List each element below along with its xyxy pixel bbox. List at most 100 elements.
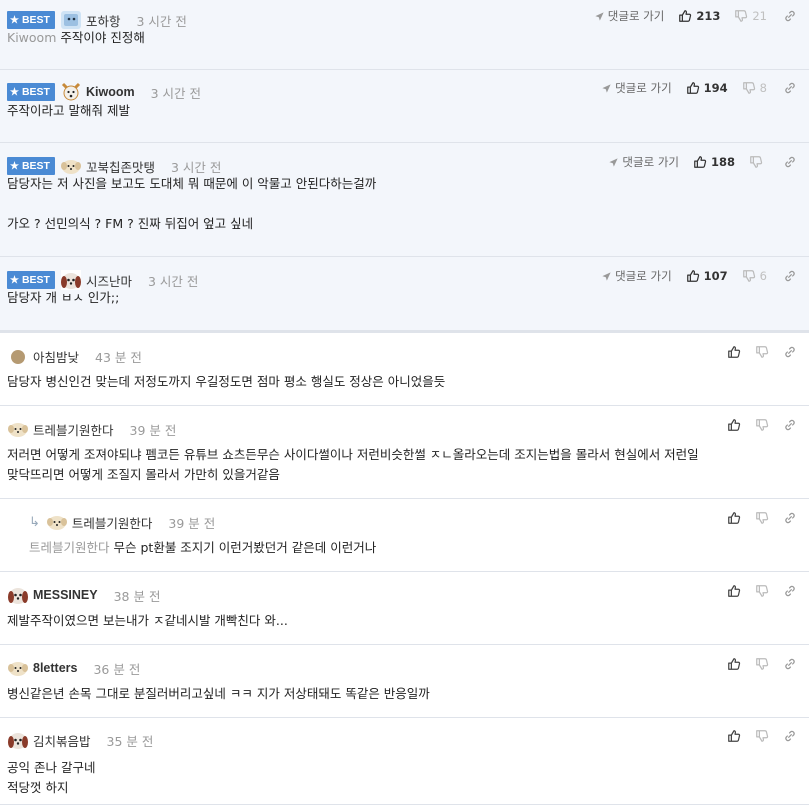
comment-line: 담당자는 저 사진을 보고도 도대체 뭐 때문에 이 악물고 안된다하는걸까	[7, 174, 376, 194]
like-button[interactable]	[727, 345, 741, 359]
comment-body: 주작이라고 말해줘 제발	[7, 101, 130, 121]
author-name[interactable]: 트레블기원한다	[33, 420, 114, 439]
link-icon	[783, 9, 797, 23]
timestamp: 3 시간 전	[171, 159, 222, 175]
share-link-button[interactable]	[783, 729, 797, 743]
like-button[interactable]	[727, 657, 741, 671]
star-icon: ★	[10, 86, 19, 98]
dislike-button[interactable]: 21	[734, 9, 767, 23]
dislike-button[interactable]	[749, 155, 767, 169]
dislike-button[interactable]	[755, 345, 769, 359]
comment-text: 담당자 개 ㅂㅅ 인가;;	[7, 290, 120, 305]
thumb-up-icon	[686, 269, 700, 283]
avatar-icon	[7, 584, 29, 606]
comment-text: 적당껏 하지	[7, 780, 69, 795]
timestamp: 3 시간 전	[150, 85, 201, 101]
share-link-button[interactable]	[783, 9, 797, 23]
author-name[interactable]: 시즈난마	[86, 271, 132, 290]
share-link-button[interactable]	[783, 584, 797, 598]
star-icon: ★	[10, 160, 19, 172]
share-link-button[interactable]	[783, 511, 797, 525]
comment-line: 담당자 병신인건 맞는데 저정도까지 우길정도면 점마 평소 행실도 정상은 아…	[7, 372, 445, 392]
avatar-icon	[7, 418, 29, 440]
dislike-button[interactable]	[755, 418, 769, 432]
comment-text	[7, 196, 11, 211]
share-link-button[interactable]	[783, 418, 797, 432]
author-name[interactable]: MESSINEY	[33, 588, 98, 602]
comment-actions	[727, 340, 797, 364]
thumb-down-icon	[755, 729, 769, 743]
dislike-button[interactable]: 6	[742, 269, 767, 283]
author-name[interactable]: 아침밤낮	[33, 347, 79, 366]
like-button[interactable]: 213	[678, 9, 720, 23]
like-count: 188	[710, 155, 735, 169]
like-button[interactable]	[727, 511, 741, 525]
author-name[interactable]: 포하항	[86, 11, 121, 30]
comment-body: Kiwoom 주작이야 진정해	[7, 28, 145, 48]
reply-link-label: 댓글로 가기	[615, 81, 672, 95]
link-icon	[783, 155, 797, 169]
comment-actions	[727, 724, 797, 748]
comment-text: 병신같은년 손목 그대로 분질러버리고싶네 ㅋㅋ 지가 저상태돼도 똑같은 반응…	[7, 686, 430, 701]
thumb-up-icon	[727, 729, 741, 743]
thumb-down-icon	[742, 81, 756, 95]
share-link-button[interactable]	[783, 155, 797, 169]
best-badge: ★ BEST	[7, 271, 55, 289]
author-name[interactable]: 트레블기원한다	[72, 513, 153, 532]
share-link-button[interactable]	[783, 81, 797, 95]
share-link-button[interactable]	[783, 269, 797, 283]
like-button[interactable]	[727, 418, 741, 432]
thumb-up-icon	[727, 657, 741, 671]
comment-body: 저러면 어떻게 조져야되냐 펨코든 유튜브 쇼츠든무슨 사이다썰이나 저런비슷한…	[7, 445, 699, 485]
share-link-button[interactable]	[783, 657, 797, 671]
like-button[interactable]	[727, 729, 741, 743]
quoted-author[interactable]: Kiwoom	[7, 30, 56, 45]
comment-line: 가오 ? 선민의식 ? FM ? 진짜 뒤집어 엎고 싶네	[7, 214, 376, 234]
like-count: 213	[696, 9, 721, 23]
timestamp: 3 시간 전	[136, 13, 187, 29]
star-icon: ★	[10, 274, 19, 286]
comment-line: 적당껏 하지	[7, 778, 95, 798]
like-button[interactable]: 188	[693, 155, 735, 169]
comment-item: ↳ 트레블기원한다 39 분 전트레블기원한다 무슨 pt환불 조지기 이런거봤던거 …	[0, 499, 809, 572]
dislike-button[interactable]	[755, 729, 769, 743]
comment-item: 트레블기원한다 39 분 전 저러면 어떻게 조져야되냐 펨코든 유튜브 쇼츠든무슨…	[0, 406, 809, 499]
comment-actions	[727, 579, 797, 603]
reply-arrow-icon: ↳	[29, 514, 40, 530]
like-button[interactable]: 107	[686, 269, 728, 283]
like-button[interactable]: 194	[686, 81, 728, 95]
dislike-button[interactable]	[755, 511, 769, 525]
comment-text: 주작이야 진정해	[60, 30, 145, 45]
go-to-reply-link[interactable]: 댓글로 가기	[608, 154, 679, 170]
comment-body: 제발주작이였으면 보는내가 ㅈ같네시발 개빡친다 와...	[7, 611, 288, 631]
dislike-button[interactable]: 8	[742, 81, 767, 95]
thumb-up-icon	[678, 9, 692, 23]
comment-item: 김치볶음밥 35 분 전 공익 존나 갈구네 적당껏 하지	[0, 718, 809, 805]
author-name[interactable]: Kiwoom	[86, 85, 135, 99]
comment-item: 8letters 36 분 전 병신같은년 손목 그대로 분질러버리고싶네 ㅋㅋ 지…	[0, 645, 809, 718]
thumb-up-icon	[693, 155, 707, 169]
like-button[interactable]	[727, 584, 741, 598]
go-to-reply-link[interactable]: 댓글로 가기	[601, 80, 672, 96]
author-name[interactable]: 꼬북칩존맛탱	[86, 157, 155, 176]
go-to-reply-link[interactable]: 댓글로 가기	[594, 8, 664, 24]
send-arrow-icon	[601, 83, 612, 94]
timestamp: 38 분 전	[113, 588, 161, 604]
best-badge: ★ BEST	[7, 11, 55, 29]
timestamp: 39 분 전	[168, 515, 216, 531]
dislike-button[interactable]	[755, 657, 769, 671]
go-to-reply-link[interactable]: 댓글로 가기	[601, 268, 672, 284]
quoted-author[interactable]: 트레블기원한다	[29, 540, 110, 555]
link-icon	[783, 729, 797, 743]
like-count: 194	[703, 81, 728, 95]
comment-body: 트레블기원한다 무슨 pt환불 조지기 이런거봤던거 같은데 이런거나	[29, 538, 376, 558]
comment-line: 병신같은년 손목 그대로 분질러버리고싶네 ㅋㅋ 지가 저상태돼도 똑같은 반응…	[7, 684, 430, 704]
star-icon: ★	[10, 14, 19, 26]
dislike-button[interactable]	[755, 584, 769, 598]
link-icon	[783, 269, 797, 283]
comment-header: ↳ 트레블기원한다 39 분 전	[29, 510, 215, 534]
share-link-button[interactable]	[783, 345, 797, 359]
author-name[interactable]: 8letters	[33, 661, 77, 675]
send-arrow-icon	[608, 157, 619, 168]
author-name[interactable]: 김치볶음밥	[33, 731, 91, 750]
